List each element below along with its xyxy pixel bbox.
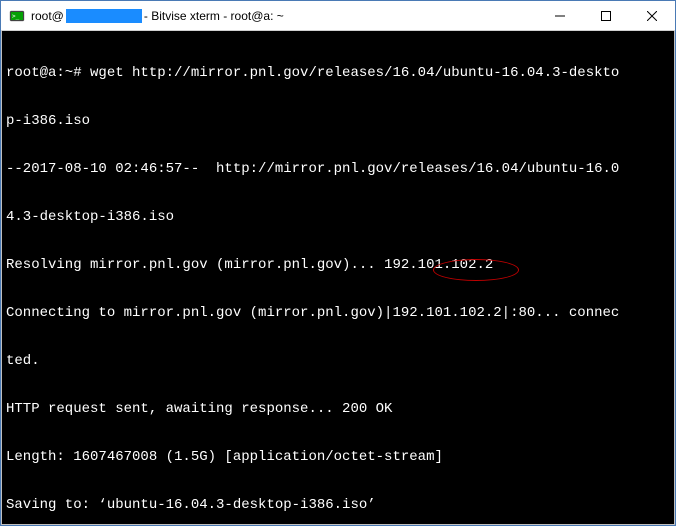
title-redacted-host — [66, 9, 142, 23]
terminal-line: Length: 1607467008 (1.5G) [application/o… — [6, 449, 670, 465]
maximize-button[interactable] — [583, 1, 629, 30]
terminal-line: HTTP request sent, awaiting response... … — [6, 401, 670, 417]
terminal-line: Saving to: ‘ubuntu-16.04.3-desktop-i386.… — [6, 497, 670, 513]
terminal-line: 4.3-desktop-i386.iso — [6, 209, 670, 225]
terminal-line: --2017-08-10 02:46:57-- http://mirror.pn… — [6, 161, 670, 177]
terminal-line: root@a:~# wget http://mirror.pnl.gov/rel… — [6, 65, 670, 81]
app-window: >_ root@ - Bitvise xterm - root@a: ~ roo… — [0, 0, 676, 526]
terminal-line: Connecting to mirror.pnl.gov (mirror.pnl… — [6, 305, 670, 321]
terminal-line: p-i386.iso — [6, 113, 670, 129]
close-button[interactable] — [629, 1, 675, 30]
terminal-line: Resolving mirror.pnl.gov (mirror.pnl.gov… — [6, 257, 670, 273]
titlebar[interactable]: >_ root@ - Bitvise xterm - root@a: ~ — [1, 1, 675, 31]
svg-text:>_: >_ — [12, 13, 20, 20]
app-icon: >_ — [9, 8, 25, 24]
title-suffix: - Bitvise xterm - root@a: ~ — [144, 9, 284, 23]
window-title: root@ - Bitvise xterm - root@a: ~ — [31, 9, 284, 23]
title-prefix: root@ — [31, 9, 64, 23]
minimize-button[interactable] — [537, 1, 583, 30]
terminal-area[interactable]: root@a:~# wget http://mirror.pnl.gov/rel… — [1, 31, 675, 525]
window-controls — [537, 1, 675, 30]
terminal-line: ted. — [6, 353, 670, 369]
